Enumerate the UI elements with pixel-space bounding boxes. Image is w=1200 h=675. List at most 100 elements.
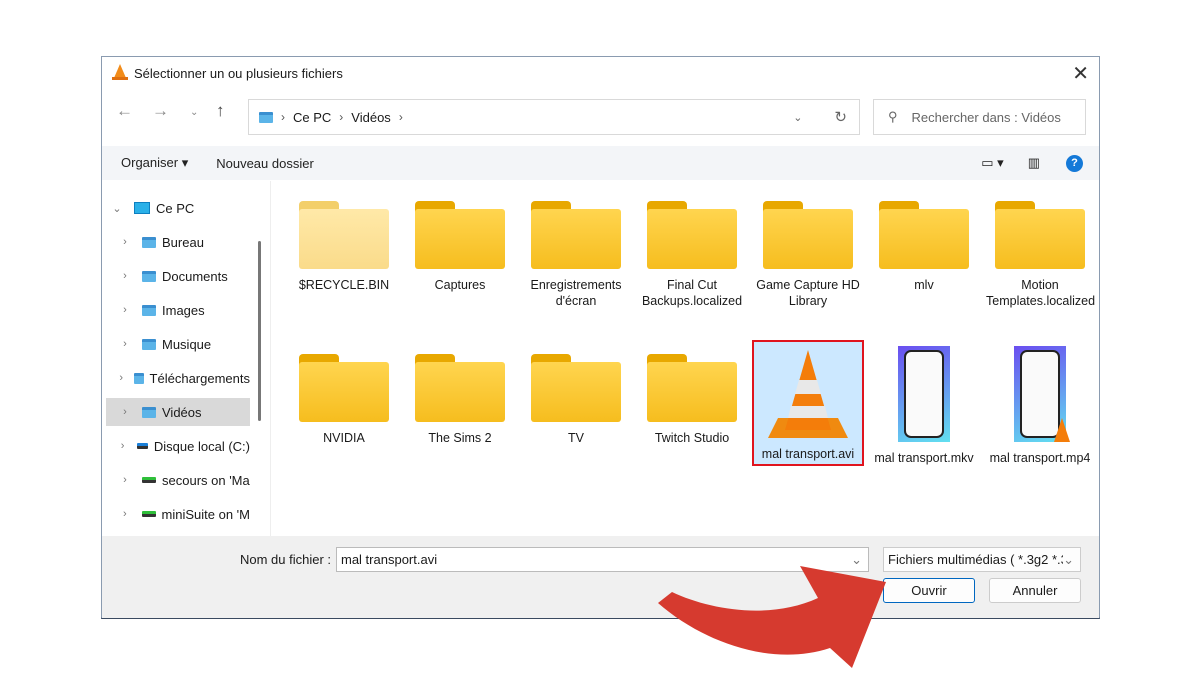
sidebar-item-label: Téléchargements (149, 370, 250, 386)
chevron-right-icon[interactable]: › (114, 406, 136, 418)
file-item[interactable]: Motion Templates.localized (986, 201, 1096, 309)
file-item[interactable]: mal transport.avi (752, 340, 864, 466)
music-folder-icon (142, 338, 156, 350)
search-icon: ⚲ (888, 109, 898, 124)
file-type-select[interactable]: Fichiers multimédias ( *.3g2 *.3 ⌄ (883, 547, 1081, 572)
folder-icon (415, 201, 505, 269)
file-open-dialog: Sélectionner un ou plusieurs fichiers ✕ … (101, 56, 1100, 619)
folder-icon (995, 201, 1085, 269)
filename-input[interactable]: mal transport.avi ⌄ (336, 547, 869, 572)
chevron-down-icon: ⌄ (1063, 551, 1074, 567)
sidebar-item[interactable]: › Documents (106, 262, 250, 290)
sidebar-item[interactable]: › Vidéos (106, 398, 250, 426)
address-bar[interactable]: › Ce PC › Vidéos › ⌄ ↻ (248, 99, 860, 135)
chevron-right-icon[interactable]: › (114, 508, 136, 520)
breadcrumb-videos[interactable]: Vidéos (351, 110, 391, 125)
chevron-right-icon[interactable]: › (114, 236, 136, 248)
folder-icon (531, 201, 621, 269)
refresh-icon[interactable]: ↻ (834, 108, 847, 126)
breadcrumb-ce-pc[interactable]: Ce PC (293, 110, 331, 125)
search-input[interactable]: ⚲ Rechercher dans : Vidéos (873, 99, 1086, 135)
folder-icon (647, 354, 737, 422)
filename-value: mal transport.avi (341, 552, 438, 567)
back-button[interactable]: ← (116, 101, 133, 121)
file-item[interactable]: The Sims 2 (406, 346, 514, 446)
file-name: mal transport.mkv (874, 451, 974, 465)
preview-pane-icon[interactable]: ▥ (1028, 155, 1040, 171)
video-thumbnail-icon (1014, 346, 1070, 442)
file-name: mlv (914, 278, 934, 292)
downloads-folder-icon (134, 372, 144, 384)
sidebar-item-label: Documents (162, 268, 228, 284)
file-item[interactable]: Game Capture HD Library (754, 201, 862, 309)
file-item[interactable]: mal transport.mp4 (986, 346, 1094, 466)
chevron-right-icon[interactable]: › (114, 440, 131, 452)
sidebar-item[interactable]: › Disque local (C:) (106, 432, 250, 460)
network-drive-icon (141, 511, 156, 517)
window-title: Sélectionner un ou plusieurs fichiers (134, 66, 343, 81)
sidebar-item[interactable]: › Musique (106, 330, 250, 358)
organize-button[interactable]: Organiser ▾ (121, 155, 188, 171)
sidebar-item[interactable]: › Bureau (106, 228, 250, 256)
sidebar-item-label: Disque local (C:) (153, 438, 250, 454)
sidebar-item[interactable]: › Images (106, 296, 250, 324)
chevron-down-icon[interactable]: ⌄ (793, 111, 802, 124)
file-item[interactable]: TV (522, 346, 630, 446)
file-item[interactable]: $RECYCLE.BIN (290, 201, 398, 293)
sidebar-scrollbar[interactable] (258, 241, 261, 421)
file-name: NVIDIA (323, 431, 365, 445)
file-item[interactable]: Captures (406, 201, 514, 293)
sidebar-item-label: Bureau (162, 234, 204, 250)
chevron-down-icon[interactable]: ⌄ (106, 202, 128, 215)
documents-folder-icon (142, 270, 156, 282)
file-item[interactable]: NVIDIA (290, 346, 398, 446)
up-button[interactable]: ↑ (216, 101, 225, 121)
vlc-cone-icon (768, 350, 848, 438)
file-item[interactable]: Enregistrements d'écran (522, 201, 630, 309)
file-name: Twitch Studio (654, 431, 730, 445)
forward-button[interactable]: → (152, 101, 169, 121)
chevron-down-icon[interactable]: ⌄ (851, 552, 862, 568)
file-name: Final Cut Backups.localized (641, 278, 743, 308)
sidebar-item[interactable]: › miniSuite on 'M (106, 500, 250, 528)
filename-label: Nom du fichier : (240, 552, 332, 567)
chevron-right-icon[interactable]: › (114, 474, 136, 486)
videos-folder-icon (259, 111, 273, 123)
file-name: The Sims 2 (428, 431, 492, 445)
sidebar-item[interactable]: › secours on 'Ma (106, 466, 250, 494)
file-list: $RECYCLE.BIN Captures Enregistrements d'éc… (270, 181, 1099, 537)
file-name: TV (568, 431, 584, 445)
file-item[interactable]: mlv (870, 201, 978, 293)
sidebar-item-label: secours on 'Ma (162, 472, 250, 488)
file-item[interactable]: mal transport.mkv (870, 346, 978, 466)
help-icon[interactable]: ? (1066, 154, 1083, 172)
folder-icon (531, 354, 621, 422)
navigation-pane: ⌄ Ce PC › Bureau › Documents › Images › Mus… (102, 181, 260, 536)
open-button[interactable]: Ouvrir (883, 578, 975, 603)
vlc-cone-icon (112, 64, 128, 80)
file-item[interactable]: Twitch Studio (638, 346, 746, 446)
footer: Nom du fichier : mal transport.avi ⌄ Fich… (102, 536, 1099, 618)
sidebar-item[interactable]: › Téléchargements (106, 364, 250, 392)
chevron-right-icon[interactable]: › (114, 372, 128, 384)
images-folder-icon (142, 304, 156, 316)
chevron-right-icon[interactable]: › (114, 338, 136, 350)
recent-dropdown[interactable]: ⌄ (190, 107, 198, 118)
new-folder-button[interactable]: Nouveau dossier (216, 156, 314, 171)
chevron-right-icon[interactable]: › (114, 304, 136, 316)
sidebar-item-ce-pc[interactable]: ⌄ Ce PC (106, 194, 250, 222)
sidebar-item-label: Vidéos (162, 404, 202, 420)
view-icon[interactable]: ▭ ▾ (981, 155, 1003, 171)
vlc-cone-icon (1054, 418, 1070, 442)
cancel-button[interactable]: Annuler (989, 578, 1081, 603)
file-item[interactable]: Final Cut Backups.localized (638, 201, 746, 309)
drive-icon (137, 443, 148, 449)
network-drive-icon (142, 477, 156, 483)
close-button[interactable]: ✕ (1072, 61, 1089, 86)
sidebar-item-label: Images (162, 302, 205, 318)
file-name: Motion Templates.localized (986, 278, 1096, 308)
file-name: mal transport.mp4 (989, 451, 1091, 465)
chevron-right-icon[interactable]: › (114, 270, 136, 282)
sidebar-item-label: miniSuite on 'M (161, 506, 250, 522)
folder-icon (299, 201, 389, 269)
